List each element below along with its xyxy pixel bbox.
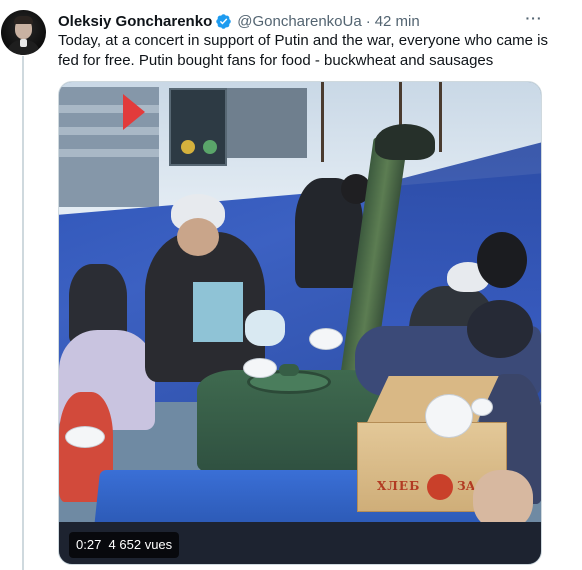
crate-logo-icon [427, 474, 453, 500]
bowl [65, 426, 105, 448]
server-face [177, 218, 219, 256]
building-right [227, 88, 307, 158]
tweet-text: Today, at a concert in support of Putin … [58, 32, 548, 69]
more-options-icon[interactable]: ··· [524, 11, 544, 28]
pot-knob [279, 364, 299, 376]
video-view-count: 4 652 vues [108, 537, 173, 552]
header-separator: · [365, 12, 371, 30]
person-far-right [477, 232, 527, 288]
avatar[interactable] [1, 10, 46, 55]
beanie [467, 300, 533, 358]
tree-trunk [321, 82, 324, 162]
bowl [425, 394, 473, 438]
thread-line [22, 56, 24, 570]
hand [473, 470, 533, 530]
bowl [309, 328, 343, 350]
bowl [243, 358, 277, 378]
glove [245, 310, 285, 346]
billboard [169, 88, 227, 166]
video-player[interactable]: ХЛЕБ ЗА 0:27 4 652 vues [58, 81, 542, 565]
tweet-card[interactable]: Oleksiy Goncharenko @GoncharenkoUa · 42 … [0, 0, 582, 570]
crate-label-left: ХЛЕБ [377, 479, 421, 493]
tweet-timestamp[interactable]: 42 min [375, 13, 420, 30]
video-info-overlay: 0:27 4 652 vues [69, 532, 180, 558]
apron [193, 282, 243, 342]
chimney-cap [375, 124, 435, 160]
verified-badge-icon [216, 13, 231, 29]
author-name[interactable]: Oleksiy Goncharenko [58, 13, 212, 30]
author-handle[interactable]: @GoncharenkoUa [237, 13, 361, 30]
tree-trunk [439, 82, 442, 152]
video-duration: 0:27 [76, 537, 102, 552]
tweet-header: Oleksiy Goncharenko @GoncharenkoUa · 42 … [58, 11, 420, 31]
red-logo-shape [123, 94, 145, 130]
bowl [471, 398, 493, 416]
